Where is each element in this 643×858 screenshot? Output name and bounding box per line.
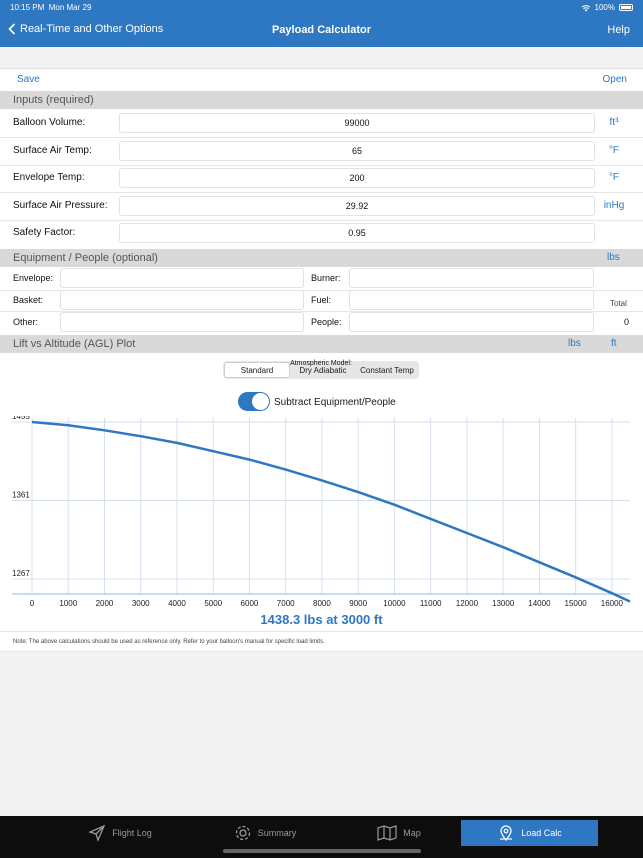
surface-air-temp-label: Surface Air Temp: — [13, 145, 92, 156]
lift-altitude-chart: 0 1000 2000 3000 4000 5000 6000 7000 8000 9000 100… — [12, 416, 631, 606]
envelope-temp-unit[interactable]: °F — [598, 172, 630, 183]
map-icon — [377, 825, 397, 841]
y-tick-label: 1361 — [12, 490, 30, 499]
equipment-header-label: Equipment / People (optional) — [13, 252, 158, 264]
total-value: 0 — [624, 317, 630, 327]
x-tick-label: 6000 — [241, 599, 259, 606]
save-button[interactable]: Save — [17, 74, 40, 85]
x-tick-label: 10000 — [383, 599, 406, 606]
lift-unit-button[interactable]: lbs — [568, 338, 581, 349]
send-icon — [88, 824, 106, 842]
envelope-temp-input[interactable]: 200 — [119, 168, 595, 188]
plot-section-header: Lift vs Altitude (AGL) Plot lbs ft — [0, 335, 643, 353]
x-tick-label: 1000 — [59, 599, 77, 606]
x-tick-label: 2000 — [96, 599, 114, 606]
burner-weight-input[interactable] — [349, 268, 594, 288]
surface-air-temp-input[interactable]: 65 — [119, 141, 595, 161]
divider — [0, 631, 643, 632]
surface-air-temp-unit[interactable]: °F — [598, 145, 630, 156]
equipment-unit[interactable]: lbs — [607, 252, 620, 263]
wifi-icon — [581, 4, 590, 11]
divider — [0, 165, 643, 166]
balloon-volume-unit[interactable]: ft³ — [598, 117, 630, 128]
nav-bar: 10:15 PM Mon Mar 29 100% Real-Time and O… — [0, 0, 643, 47]
home-indicator — [223, 849, 421, 853]
open-button[interactable]: Open — [603, 74, 627, 85]
x-tick-label: 5000 — [204, 599, 222, 606]
envelope-temp-label: Envelope Temp: — [13, 172, 85, 183]
balloon-volume-input[interactable]: 99000 — [119, 113, 595, 133]
location-icon — [500, 825, 513, 842]
other-weight-input[interactable] — [60, 312, 304, 332]
tab-load-calc[interactable]: Load Calc — [461, 820, 598, 846]
payload-form: Save Open Inputs (required) Balloon Volu… — [0, 68, 643, 652]
tab-load-calc-label: Load Calc — [521, 828, 562, 838]
altitude-unit-button[interactable]: ft — [611, 338, 617, 349]
gear-icon — [235, 825, 250, 841]
plot-header-label: Lift vs Altitude (AGL) Plot — [13, 338, 136, 350]
battery-level: 100% — [594, 3, 615, 12]
balloon-volume-label: Balloon Volume: — [13, 117, 86, 128]
x-tick-label: 3000 — [132, 599, 150, 606]
people-weight-label: People: — [311, 317, 342, 327]
burner-weight-label: Burner: — [311, 273, 341, 283]
x-tick-label: 4000 — [168, 599, 186, 606]
page-title: Payload Calculator — [271, 24, 372, 36]
x-tick-label: 8000 — [313, 599, 331, 606]
subtract-equipment-label: Subtract Equipment/People — [274, 397, 396, 408]
x-tick-label: 12000 — [456, 599, 479, 606]
surface-air-pressure-input[interactable]: 29.92 — [119, 196, 595, 216]
other-weight-label: Other: — [13, 317, 39, 327]
fuel-weight-input[interactable] — [349, 290, 594, 310]
basket-weight-label: Basket: — [13, 295, 44, 305]
total-label: Total — [610, 299, 627, 308]
x-tick-label: 9000 — [349, 599, 367, 606]
tab-map-label: Map — [403, 828, 421, 838]
x-tick-label: 7000 — [277, 599, 295, 606]
tab-flight-log[interactable]: Flight Log — [85, 820, 155, 846]
divider — [0, 220, 643, 221]
help-button[interactable]: Help — [607, 24, 630, 36]
status-right: 100% — [581, 3, 633, 12]
tab-flight-log-label: Flight Log — [112, 828, 152, 838]
envelope-weight-label: Envelope: — [13, 273, 54, 283]
divider — [0, 651, 643, 652]
inputs-header-label: Inputs (required) — [13, 94, 94, 106]
status-time: 10:15 PM Mon Mar 29 — [10, 3, 92, 12]
people-weight-input[interactable] — [349, 312, 594, 332]
basket-weight-input[interactable] — [60, 290, 304, 310]
battery-icon — [619, 4, 633, 11]
x-tick-label: 15000 — [565, 599, 588, 606]
fuel-weight-label: Fuel: — [311, 295, 332, 305]
tab-map[interactable]: Map — [374, 820, 424, 846]
safety-factor-label: Safety Factor: — [13, 227, 76, 238]
envelope-weight-input[interactable] — [60, 268, 304, 288]
tab-summary[interactable]: Summary — [230, 820, 300, 846]
x-tick-label: 0 — [30, 599, 35, 606]
tab-summary-label: Summary — [257, 828, 297, 838]
lift-series-line — [31, 420, 631, 603]
y-tick-label: 1455 — [12, 416, 30, 421]
subtract-equipment-toggle[interactable] — [238, 392, 270, 411]
disclaimer-note: Note: The above calculations should be u… — [13, 639, 325, 645]
status-bar: 10:15 PM Mon Mar 29 100% — [0, 0, 643, 16]
surface-air-pressure-unit[interactable]: inHg — [598, 200, 630, 211]
safety-factor-input[interactable]: 0.95 — [119, 223, 595, 243]
x-tick-label: 13000 — [492, 599, 515, 606]
divider — [0, 192, 643, 193]
equipment-section-header: Equipment / People (optional) lbs — [0, 249, 643, 267]
x-tick-label: 11000 — [420, 599, 442, 606]
divider — [0, 137, 643, 138]
lift-result: 1438.3 lbs at 3000 ft — [260, 612, 383, 627]
x-tick-label: 14000 — [528, 599, 551, 606]
y-tick-label: 1267 — [12, 569, 30, 578]
x-tick-label: 16000 — [601, 599, 624, 606]
atmospheric-model-caption: Atmospheric Model: — [290, 360, 352, 367]
surface-air-pressure-label: Surface Air Pressure: — [13, 200, 108, 211]
inputs-section-header: Inputs (required) — [0, 91, 643, 109]
